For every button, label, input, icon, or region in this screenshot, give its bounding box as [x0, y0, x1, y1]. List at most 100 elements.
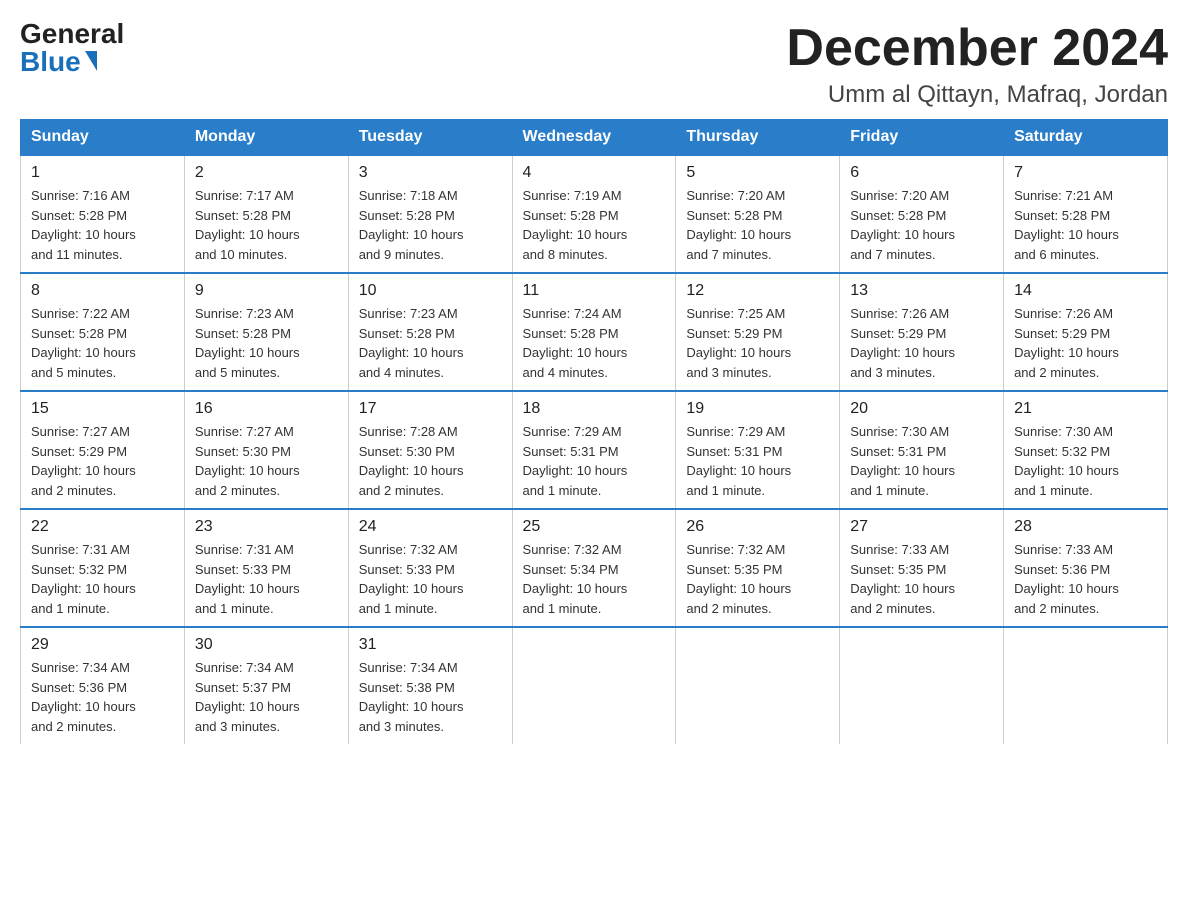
calendar-cell: 13 Sunrise: 7:26 AMSunset: 5:29 PMDayligh… — [840, 273, 1004, 391]
calendar-cell: 1 Sunrise: 7:16 AMSunset: 5:28 PMDaylight… — [21, 155, 185, 273]
day-number: 10 — [359, 282, 502, 300]
day-number: 13 — [850, 282, 993, 300]
day-number: 27 — [850, 518, 993, 536]
day-info: Sunrise: 7:29 AMSunset: 5:31 PMDaylight:… — [523, 422, 666, 500]
calendar-cell: 14Sunrise: 7:26 AMSunset: 5:29 PMDayligh… — [1004, 273, 1168, 391]
header-monday: Monday — [184, 120, 348, 156]
day-number: 28 — [1014, 518, 1157, 536]
day-info: Sunrise: 7:30 AMSunset: 5:31 PMDaylight:… — [850, 422, 993, 500]
logo-general-text: General — [20, 20, 124, 48]
calendar-cell: 11 Sunrise: 7:24 AMSunset: 5:28 PMDayligh… — [512, 273, 676, 391]
calendar-week-1: 1 Sunrise: 7:16 AMSunset: 5:28 PMDaylight… — [21, 155, 1168, 273]
day-info: Sunrise: 7:26 AMSunset: 5:29 PMDaylight:… — [850, 304, 993, 382]
day-number: 29 — [31, 636, 174, 654]
day-info: Sunrise: 7:16 AMSunset: 5:28 PMDaylight:… — [31, 186, 174, 264]
day-number: 20 — [850, 400, 993, 418]
day-info: Sunrise: 7:21 AMSunset: 5:28 PMDaylight:… — [1014, 186, 1157, 264]
calendar-cell: 19 Sunrise: 7:29 AMSunset: 5:31 PMDayligh… — [676, 391, 840, 509]
day-info: Sunrise: 7:18 AMSunset: 5:28 PMDaylight:… — [359, 186, 502, 264]
header-thursday: Thursday — [676, 120, 840, 156]
page-header: General Blue December 2024 Umm al Qittay… — [20, 20, 1168, 109]
calendar-cell: 20 Sunrise: 7:30 AMSunset: 5:31 PMDayligh… — [840, 391, 1004, 509]
day-info: Sunrise: 7:27 AMSunset: 5:29 PMDaylight:… — [31, 422, 174, 500]
day-number: 15 — [31, 400, 174, 418]
calendar-cell: 16Sunrise: 7:27 AMSunset: 5:30 PMDayligh… — [184, 391, 348, 509]
calendar-cell: 24 Sunrise: 7:32 AMSunset: 5:33 PMDayligh… — [348, 509, 512, 627]
calendar-cell — [1004, 627, 1168, 744]
calendar-cell: 30Sunrise: 7:34 AMSunset: 5:37 PMDayligh… — [184, 627, 348, 744]
day-info: Sunrise: 7:25 AMSunset: 5:29 PMDaylight:… — [686, 304, 829, 382]
day-info: Sunrise: 7:30 AMSunset: 5:32 PMDaylight:… — [1014, 422, 1157, 500]
day-info: Sunrise: 7:24 AMSunset: 5:28 PMDaylight:… — [523, 304, 666, 382]
day-number: 2 — [195, 164, 338, 182]
calendar-cell: 15 Sunrise: 7:27 AMSunset: 5:29 PMDayligh… — [21, 391, 185, 509]
day-number: 9 — [195, 282, 338, 300]
calendar-cell — [512, 627, 676, 744]
calendar-week-5: 29 Sunrise: 7:34 AMSunset: 5:36 PMDayligh… — [21, 627, 1168, 744]
calendar-cell: 9 Sunrise: 7:23 AMSunset: 5:28 PMDaylight… — [184, 273, 348, 391]
location-title: Umm al Qittayn, Mafraq, Jordan — [786, 81, 1168, 109]
calendar-cell: 4Sunrise: 7:19 AMSunset: 5:28 PMDaylight… — [512, 155, 676, 273]
day-info: Sunrise: 7:22 AMSunset: 5:28 PMDaylight:… — [31, 304, 174, 382]
calendar-cell: 18 Sunrise: 7:29 AMSunset: 5:31 PMDayligh… — [512, 391, 676, 509]
calendar-cell: 8 Sunrise: 7:22 AMSunset: 5:28 PMDaylight… — [21, 273, 185, 391]
day-info: Sunrise: 7:28 AMSunset: 5:30 PMDaylight:… — [359, 422, 502, 500]
day-number: 6 — [850, 164, 993, 182]
calendar-week-4: 22 Sunrise: 7:31 AMSunset: 5:32 PMDayligh… — [21, 509, 1168, 627]
day-info: Sunrise: 7:17 AMSunset: 5:28 PMDaylight:… — [195, 186, 338, 264]
header-friday: Friday — [840, 120, 1004, 156]
day-number: 24 — [359, 518, 502, 536]
calendar-cell: 6 Sunrise: 7:20 AMSunset: 5:28 PMDaylight… — [840, 155, 1004, 273]
day-number: 18 — [523, 400, 666, 418]
logo-blue-text: Blue — [20, 48, 97, 76]
day-number: 12 — [686, 282, 829, 300]
day-number: 7 — [1014, 164, 1157, 182]
calendar-cell: 28 Sunrise: 7:33 AMSunset: 5:36 PMDayligh… — [1004, 509, 1168, 627]
day-number: 17 — [359, 400, 502, 418]
day-info: Sunrise: 7:23 AMSunset: 5:28 PMDaylight:… — [359, 304, 502, 382]
header-tuesday: Tuesday — [348, 120, 512, 156]
calendar-cell: 27 Sunrise: 7:33 AMSunset: 5:35 PMDayligh… — [840, 509, 1004, 627]
day-info: Sunrise: 7:29 AMSunset: 5:31 PMDaylight:… — [686, 422, 829, 500]
day-info: Sunrise: 7:34 AMSunset: 5:36 PMDaylight:… — [31, 658, 174, 736]
day-info: Sunrise: 7:31 AMSunset: 5:32 PMDaylight:… — [31, 540, 174, 618]
day-info: Sunrise: 7:20 AMSunset: 5:28 PMDaylight:… — [850, 186, 993, 264]
day-number: 5 — [686, 164, 829, 182]
day-info: Sunrise: 7:33 AMSunset: 5:36 PMDaylight:… — [1014, 540, 1157, 618]
day-info: Sunrise: 7:32 AMSunset: 5:33 PMDaylight:… — [359, 540, 502, 618]
day-info: Sunrise: 7:23 AMSunset: 5:28 PMDaylight:… — [195, 304, 338, 382]
calendar-cell: 7 Sunrise: 7:21 AMSunset: 5:28 PMDaylight… — [1004, 155, 1168, 273]
month-title: December 2024 — [786, 20, 1168, 77]
calendar-header-row: SundayMondayTuesdayWednesdayThursdayFrid… — [21, 120, 1168, 156]
day-number: 16 — [195, 400, 338, 418]
calendar-cell — [676, 627, 840, 744]
day-number: 8 — [31, 282, 174, 300]
day-info: Sunrise: 7:26 AMSunset: 5:29 PMDaylight:… — [1014, 304, 1157, 382]
day-info: Sunrise: 7:20 AMSunset: 5:28 PMDaylight:… — [686, 186, 829, 264]
calendar-cell: 10 Sunrise: 7:23 AMSunset: 5:28 PMDayligh… — [348, 273, 512, 391]
calendar-cell: 22 Sunrise: 7:31 AMSunset: 5:32 PMDayligh… — [21, 509, 185, 627]
day-number: 4 — [523, 164, 666, 182]
day-number: 21 — [1014, 400, 1157, 418]
day-number: 1 — [31, 164, 174, 182]
day-number: 26 — [686, 518, 829, 536]
day-number: 3 — [359, 164, 502, 182]
calendar-cell: 3 Sunrise: 7:18 AMSunset: 5:28 PMDaylight… — [348, 155, 512, 273]
day-number: 22 — [31, 518, 174, 536]
day-info: Sunrise: 7:32 AMSunset: 5:34 PMDaylight:… — [523, 540, 666, 618]
title-block: December 2024 Umm al Qittayn, Mafraq, Jo… — [786, 20, 1168, 109]
day-info: Sunrise: 7:33 AMSunset: 5:35 PMDaylight:… — [850, 540, 993, 618]
day-number: 19 — [686, 400, 829, 418]
calendar-cell: 23Sunrise: 7:31 AMSunset: 5:33 PMDayligh… — [184, 509, 348, 627]
calendar-week-2: 8 Sunrise: 7:22 AMSunset: 5:28 PMDaylight… — [21, 273, 1168, 391]
day-number: 23 — [195, 518, 338, 536]
calendar-cell — [840, 627, 1004, 744]
day-number: 25 — [523, 518, 666, 536]
header-wednesday: Wednesday — [512, 120, 676, 156]
calendar-cell: 31Sunrise: 7:34 AMSunset: 5:38 PMDayligh… — [348, 627, 512, 744]
day-number: 11 — [523, 282, 666, 300]
logo-triangle-icon — [85, 51, 97, 71]
calendar-cell: 21 Sunrise: 7:30 AMSunset: 5:32 PMDayligh… — [1004, 391, 1168, 509]
calendar-cell: 26Sunrise: 7:32 AMSunset: 5:35 PMDayligh… — [676, 509, 840, 627]
calendar-cell: 17 Sunrise: 7:28 AMSunset: 5:30 PMDayligh… — [348, 391, 512, 509]
